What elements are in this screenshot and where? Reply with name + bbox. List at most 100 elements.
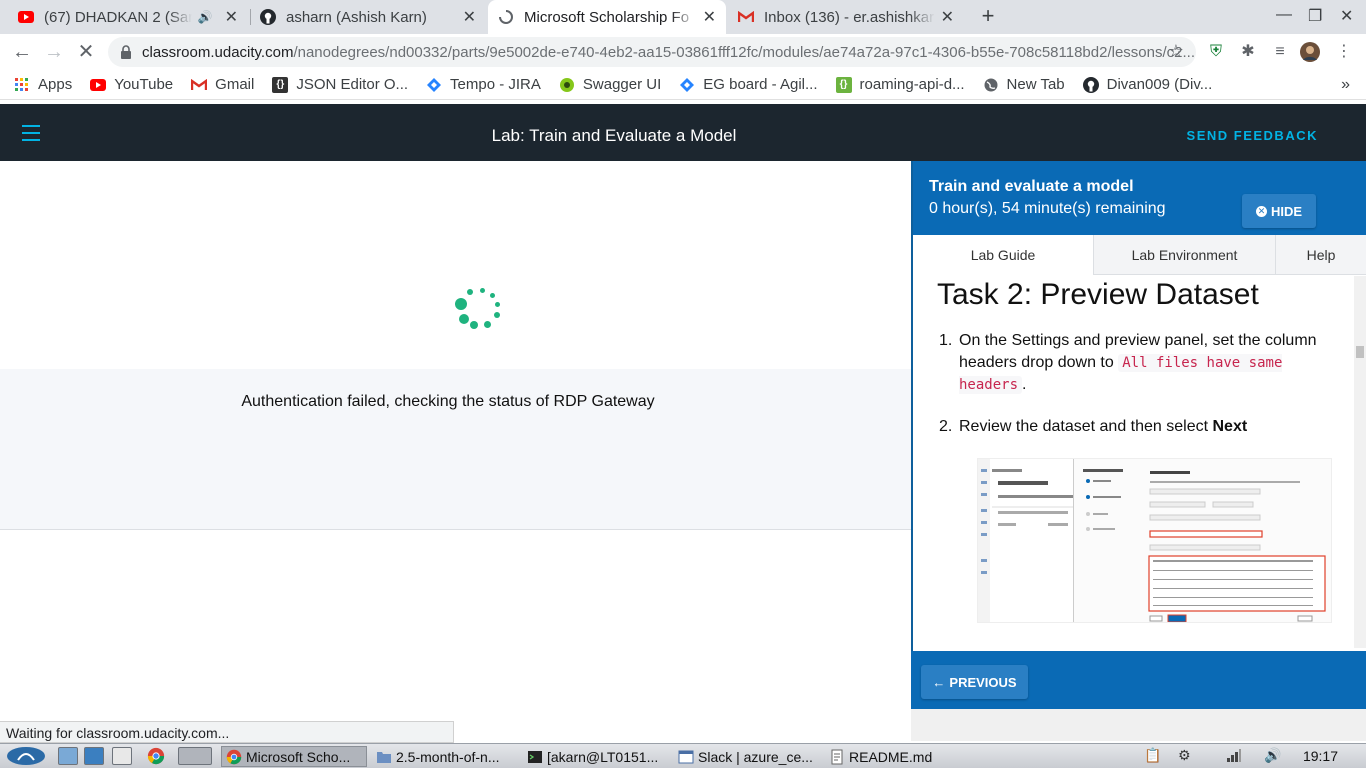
send-feedback-link[interactable]: SEND FEEDBACK (1187, 128, 1318, 143)
bookmark-tempo-jira[interactable]: Tempo - JIRA (426, 76, 541, 93)
chrome-icon[interactable] (146, 747, 166, 765)
close-icon[interactable]: ✕ (225, 7, 238, 27)
bookmark-label: JSON Editor O... (296, 76, 409, 93)
panel-bottom-strip (911, 709, 1366, 741)
loading-spinner-icon (451, 286, 507, 336)
auth-status-message: Authentication failed, checking the stat… (241, 393, 655, 410)
bookmarks-bar: Apps YouTube Gmail {} JSON Editor O... T… (0, 70, 1366, 100)
step-text: Review the dataset and then select (959, 418, 1209, 435)
guide-scrollbar[interactable] (1354, 276, 1366, 648)
taskbar-item-chrome[interactable]: Microsoft Scho... (221, 746, 367, 767)
taskbar-item-label: Microsoft Scho... (246, 748, 351, 765)
gmail-icon (738, 9, 754, 25)
bookmark-label: YouTube (114, 76, 174, 93)
extensions-puzzle-icon[interactable]: ✱ (1238, 42, 1258, 62)
browser-tab-github[interactable]: asharn (Ashish Karn) ✕ (250, 0, 486, 34)
dataset-preview-screenshot (977, 458, 1332, 623)
youtube-icon (90, 77, 107, 93)
chrome-icon (226, 749, 242, 765)
taskbar-clock[interactable]: 19:17 (1303, 748, 1338, 764)
browser-tab-gmail[interactable]: Inbox (136) - er.ashishkarn ✕ (728, 0, 964, 34)
calculator-icon[interactable] (84, 747, 104, 765)
bookmark-youtube[interactable]: YouTube (90, 76, 173, 93)
taskbar-item-terminal[interactable]: [akarn@LT0151... (523, 746, 669, 767)
lab-header: Lab: Train and Evaluate a Model SEND FEE… (0, 104, 1366, 161)
audio-playing-icon[interactable]: 🔊 (198, 10, 213, 24)
lab-guide-footer: ← PREVIOUS (911, 651, 1366, 709)
bookmark-label: Gmail (215, 76, 255, 93)
url-path: /nanodegrees/nd00332/parts/9e5002de-e740… (293, 43, 1195, 61)
menu-kebab-icon[interactable]: ⋮ (1334, 42, 1354, 62)
tab-help[interactable]: Help (1276, 235, 1366, 275)
bookmark-apps[interactable]: Apps (14, 76, 72, 93)
close-icon[interactable]: ✕ (703, 7, 716, 27)
bookmark-roaming-api[interactable]: {} roaming-api-d... (835, 76, 965, 93)
back-icon[interactable]: ← (10, 40, 34, 64)
scrollbar-thumb[interactable] (1356, 346, 1364, 358)
file-manager-icon[interactable] (58, 747, 78, 765)
wifi-signal-icon[interactable] (1226, 747, 1242, 766)
avatar[interactable] (1300, 42, 1320, 62)
tab-lab-environment[interactable]: Lab Environment (1094, 235, 1276, 275)
taskbar-item-folder[interactable]: 2.5-month-of-n... (372, 746, 518, 767)
close-icon[interactable]: ✕ (941, 7, 954, 27)
extension-icon[interactable]: ⛨ (1206, 42, 1226, 62)
lab-guide-header: Train and evaluate a model 0 hour(s), 54… (913, 161, 1366, 235)
bookmark-label: Divan009 (Div... (1106, 76, 1213, 93)
bookmark-new-tab[interactable]: New Tab (983, 76, 1065, 93)
bookmark-label: Tempo - JIRA (450, 76, 541, 93)
step-number: 2. (939, 418, 953, 435)
browser-tab-youtube[interactable]: (67) DHADKAN 2 (Sara 🔊 ✕ (8, 0, 248, 34)
clipboard-icon[interactable]: 📋 (1144, 747, 1161, 764)
network-settings-icon[interactable]: ⚙ (1178, 747, 1191, 764)
task-heading: Task 2: Preview Dataset (937, 278, 1259, 311)
close-circle-icon: ✕ (1255, 205, 1267, 217)
taskbar-item-readme[interactable]: README.md (825, 746, 971, 767)
browser-status-bubble: Waiting for classroom.udacity.com... (0, 721, 454, 743)
taskbar-item-slack[interactable]: Slack | azure_ce... (674, 746, 820, 767)
bookmark-swagger[interactable]: Swagger UI (559, 76, 661, 93)
forward-icon[interactable]: → (42, 40, 66, 64)
browser-tabstrip: (67) DHADKAN 2 (Sara 🔊 ✕ asharn (Ashish … (0, 0, 1366, 34)
taskbar-item-label: 2.5-month-of-n... (396, 748, 500, 765)
hide-button[interactable]: ✕ HIDE (1242, 194, 1316, 228)
slack-window-icon (678, 749, 694, 765)
lab-guide-panel: Train and evaluate a model 0 hour(s), 54… (911, 161, 1366, 741)
bookmark-gmail[interactable]: Gmail (191, 76, 254, 93)
jira-diamond-icon (679, 77, 695, 93)
bookmark-json-editor[interactable]: {} JSON Editor O... (272, 76, 408, 93)
apps-grid-icon (14, 77, 30, 93)
hide-label: HIDE (1270, 203, 1303, 219)
bookmark-label: Swagger UI (582, 76, 662, 93)
new-tab-button[interactable]: + (975, 4, 1001, 30)
taskbar-item-label: [akarn@LT0151... (547, 748, 659, 765)
stop-loading-icon[interactable]: ✕ (74, 40, 98, 64)
close-icon[interactable]: ✕ (463, 7, 476, 27)
time-remaining: 0 hour(s), 54 minute(s) remaining (929, 200, 1166, 217)
bookmarks-overflow-icon[interactable]: » (1341, 76, 1350, 94)
swagger-icon (559, 77, 575, 93)
taskbar-item-label: README.md (849, 748, 933, 765)
bookmark-label: EG board - Agil... (703, 76, 818, 93)
bookmark-divan009[interactable]: Divan009 (Div... (1082, 76, 1213, 93)
lock-icon[interactable] (120, 45, 132, 59)
browser-tab-udacity[interactable]: Microsoft Scholarship Fo ✕ (488, 0, 726, 34)
address-bar[interactable]: classroom.udacity.com/nanodegrees/nd0033… (108, 37, 1196, 67)
gmail-icon (191, 77, 208, 93)
tab-lab-guide[interactable]: Lab Guide (913, 235, 1094, 275)
bookmark-star-icon[interactable]: ☆ (1168, 41, 1184, 62)
minimize-icon[interactable]: — (1276, 6, 1292, 24)
window-close-icon[interactable]: ✕ (1340, 6, 1353, 26)
workspace-icon[interactable] (178, 747, 212, 765)
volume-icon[interactable]: 🔊 (1264, 747, 1281, 764)
bookmark-eg-board[interactable]: EG board - Agil... (679, 76, 818, 93)
previous-button[interactable]: ← PREVIOUS (921, 665, 1028, 699)
json-braces-icon: {} (272, 76, 289, 93)
window-icon[interactable] (112, 747, 132, 765)
start-menu-icon[interactable] (6, 746, 46, 766)
os-taskbar: Microsoft Scho... 2.5-month-of-n... [aka… (0, 743, 1366, 768)
media-control-icon[interactable]: ≡ (1270, 42, 1290, 62)
bookmark-label: roaming-api-d... (859, 76, 965, 93)
restore-icon[interactable]: ❐ (1308, 6, 1322, 26)
text-editor-icon (829, 749, 845, 765)
